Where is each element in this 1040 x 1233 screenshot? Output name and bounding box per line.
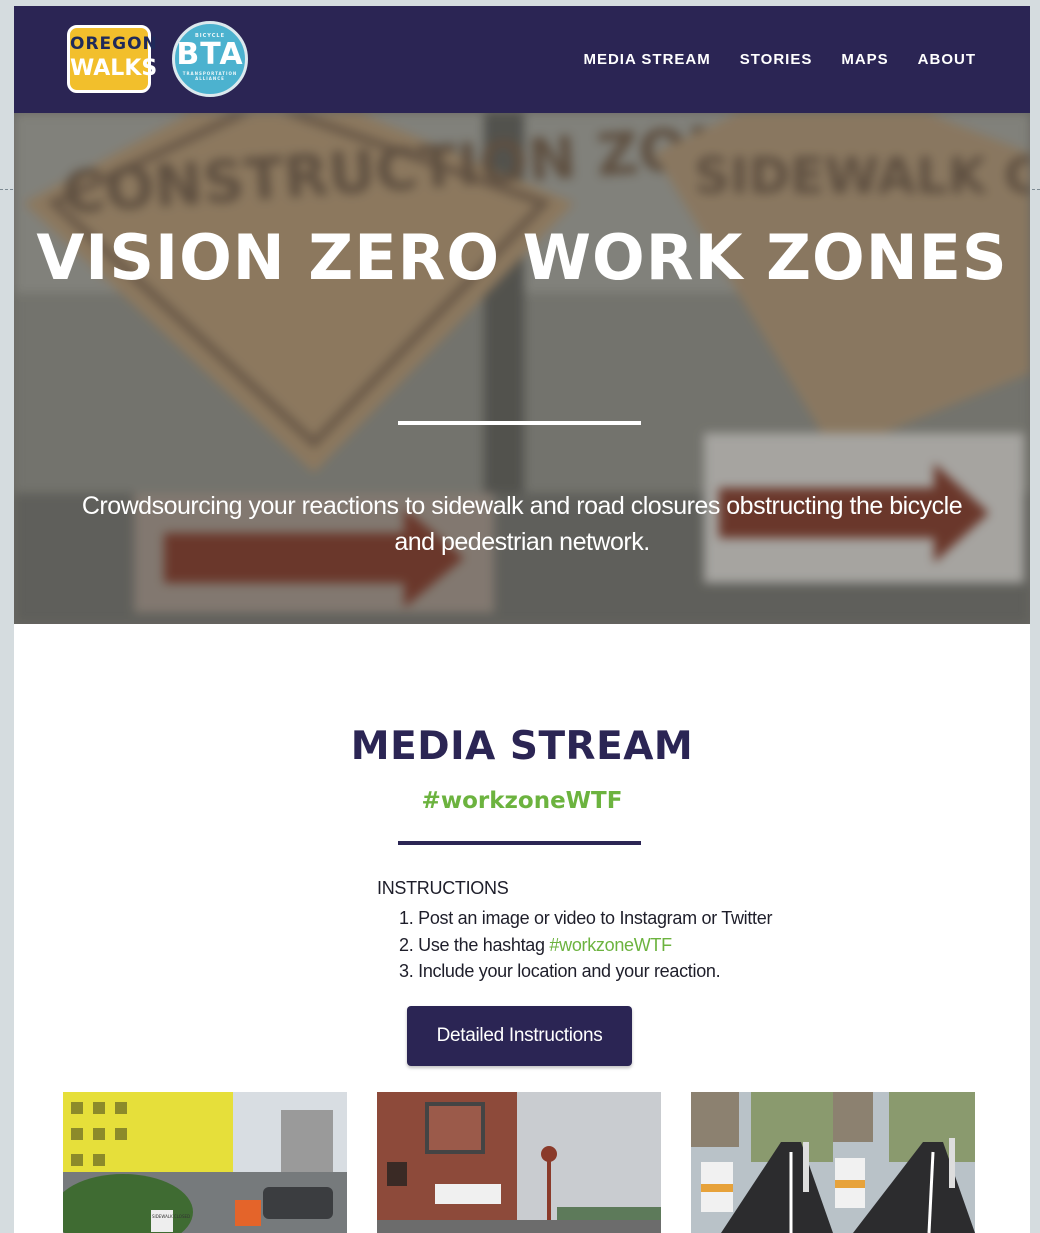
bta-logo-top: BICYCLE (194, 33, 226, 39)
oregon-logo-line2: WALKS (70, 56, 158, 81)
oregon-logo-line1: OREGON (70, 34, 158, 54)
instruction-step-number: 3. (399, 961, 414, 981)
oregon-walks-logo[interactable]: OREGON WALKS (67, 25, 158, 93)
instruction-step-number: 1. (399, 908, 414, 928)
bta-logo[interactable]: BICYCLE BTA TRANSPORTATION ALLIANCE (172, 21, 248, 97)
nav-link-stories[interactable]: STORIES (740, 51, 813, 68)
bta-logo-bottom: TRANSPORTATION ALLIANCE (182, 71, 238, 81)
media-stream-hashtag: #workzoneWTF (421, 788, 623, 814)
instructions-heading: INSTRUCTIONS (377, 878, 509, 898)
instructions-list: 1. Post an image or video to Instagram o… (377, 905, 772, 985)
instruction-hashtag-link[interactable]: #workzoneWTF (549, 935, 672, 955)
nav-link-about[interactable]: ABOUT (918, 51, 976, 68)
hero-divider (398, 421, 641, 425)
hero-section: CONSTRUCTION ZONE SIDEWALK CLOSED VISION… (14, 113, 1030, 624)
nav-link-media-stream[interactable]: MEDIA STREAM (583, 51, 710, 68)
instruction-step-text: Post an image or video to Instagram or T… (418, 908, 773, 928)
instruction-step: 3. Include your location and your reacti… (399, 958, 772, 985)
instruction-step-text: Include your location and your reaction. (418, 961, 721, 981)
media-thumbnail[interactable] (691, 1092, 975, 1233)
media-stream-divider (398, 841, 641, 845)
instruction-step: 1. Post an image or video to Instagram o… (399, 905, 772, 932)
instruction-step-number: 2. (399, 934, 414, 955)
page-frame: OREGON WALKS BICYCLE BTA TRANSPORTATION … (14, 6, 1030, 1233)
main-menu: MEDIA STREAM STORIES MAPS ABOUT (583, 51, 976, 68)
thumb-sign-text: SIDEWALK CLOSED (152, 1214, 190, 1219)
hero-title: VISION ZERO WORK ZONES (36, 221, 1008, 294)
media-stream-title: MEDIA STREAM (350, 724, 694, 769)
instructions-block: INSTRUCTIONS 1. Post an image or video t… (377, 878, 772, 985)
nav-link-maps[interactable]: MAPS (841, 51, 888, 68)
hero-subtitle: Crowdsourcing your reactions to sidewalk… (81, 492, 963, 556)
media-thumbnail[interactable] (377, 1092, 661, 1233)
top-nav: OREGON WALKS BICYCLE BTA TRANSPORTATION … (14, 6, 1030, 113)
media-thumbnail[interactable]: SIDEWALK CLOSED (63, 1092, 347, 1233)
instruction-step: 2. Use the hashtag #workzoneWTF (399, 932, 772, 959)
bta-logo-main: BTA (176, 37, 244, 72)
detailed-instructions-button[interactable]: Detailed Instructions (407, 1006, 632, 1066)
instruction-step-text: Use the hashtag (418, 934, 550, 955)
